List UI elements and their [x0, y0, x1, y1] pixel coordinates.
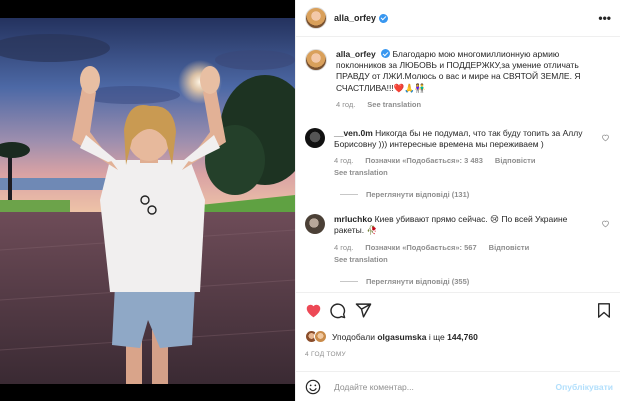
comments-list[interactable]: alla_orfey Благодарю мою многомиллионную…: [296, 38, 620, 290]
view-replies-button[interactable]: Переглянути відповіді (355): [340, 277, 612, 286]
comment-input[interactable]: [334, 382, 534, 392]
heart-icon[interactable]: [305, 302, 322, 319]
header-username[interactable]: alla_orfey: [334, 13, 376, 23]
avatar[interactable]: [305, 7, 327, 29]
post-icons: [305, 302, 612, 320]
likes-count[interactable]: 144,760: [447, 332, 478, 342]
more-icon[interactable]: •••: [598, 11, 611, 25]
reply-button[interactable]: Відповісти: [495, 156, 536, 165]
likers-avatars: [305, 330, 327, 343]
likes-summary[interactable]: Уподобали olgasumska і ще 144,760: [305, 330, 478, 343]
comment-likes-count[interactable]: Позначки «Подобається»: 3 483: [365, 156, 483, 165]
comment-meta: 4 год. Позначки «Подобається»: 567 Відпо…: [334, 243, 592, 252]
post-viewer: alla_orfey ••• alla_orfey Благодарю мою …: [0, 0, 620, 401]
avatar[interactable]: [305, 127, 325, 148]
comment-composer: Опублікувати: [296, 371, 620, 401]
comment-username[interactable]: mrluchko: [334, 214, 372, 224]
comment-translate: See translation: [334, 255, 592, 264]
comment-translate: See translation: [334, 168, 592, 177]
verified-icon: [381, 49, 391, 58]
likes-suffix: і ще: [428, 331, 445, 342]
list-item: mrluchko Киев убивают прямо сейчас. 😢 По…: [305, 214, 612, 286]
comment-icon[interactable]: [329, 302, 346, 319]
avatar[interactable]: [305, 214, 325, 235]
post-sidebar: alla_orfey ••• alla_orfey Благодарю мою …: [295, 0, 620, 401]
share-icon[interactable]: [355, 302, 372, 319]
action-bar: Уподобали olgasumska і ще 144,760 4 ГОД …: [296, 292, 620, 401]
caption-meta: 4 год. See translation: [336, 100, 604, 109]
likes-prefix: Уподобали: [332, 331, 375, 342]
posted-time[interactable]: 4 ГОД ТОМУ: [305, 351, 346, 358]
view-replies-button[interactable]: Переглянути відповіді (131): [340, 190, 612, 199]
caption: alla_orfey Благодарю мою многомиллионную…: [305, 49, 612, 109]
caption-text: alla_orfey Благодарю мою многомиллионную…: [336, 49, 604, 94]
heart-icon[interactable]: [601, 219, 610, 228]
see-translation-link[interactable]: See translation: [334, 255, 388, 264]
see-translation-link[interactable]: See translation: [367, 100, 421, 109]
photo-image: [0, 0, 295, 401]
likes-user[interactable]: olgasumska: [377, 332, 426, 342]
comment-text: __ven.0m Никогда бы не подумал, что так …: [334, 128, 592, 150]
replies-divider: [340, 280, 358, 282]
post-header: alla_orfey •••: [296, 0, 620, 37]
comment-meta: 4 год. Позначки «Подобається»: 3 483 Від…: [334, 156, 592, 165]
caption-username[interactable]: alla_orfey: [336, 49, 376, 59]
comment-time[interactable]: 4 год.: [334, 156, 353, 165]
publish-button[interactable]: Опублікувати: [556, 382, 613, 392]
reply-button[interactable]: Відповісти: [489, 243, 530, 252]
verified-icon: [379, 13, 389, 23]
see-translation-link[interactable]: See translation: [334, 168, 388, 177]
avatar[interactable]: [305, 49, 327, 71]
save-icon[interactable]: [596, 302, 612, 319]
view-replies-label: Переглянути відповіді (131): [366, 190, 470, 200]
replies-divider: [340, 194, 358, 196]
avatar: [314, 330, 327, 343]
emoji-icon[interactable]: [305, 379, 321, 395]
post-photo[interactable]: [0, 0, 295, 401]
caption-time[interactable]: 4 год.: [336, 100, 355, 109]
comment-username[interactable]: __ven.0m: [334, 128, 373, 138]
comment-time[interactable]: 4 год.: [334, 243, 353, 252]
heart-icon[interactable]: [601, 133, 610, 142]
comment: __ven.0m Никогда бы не подумал, что так …: [305, 127, 612, 177]
view-replies-label: Переглянути відповіді (355): [366, 276, 470, 286]
comment-text: mrluchko Киев убивают прямо сейчас. 😢 По…: [334, 214, 592, 236]
comment: mrluchko Киев убивают прямо сейчас. 😢 По…: [305, 214, 612, 264]
list-item: __ven.0m Никогда бы не подумал, что так …: [305, 127, 612, 199]
comment-likes-count[interactable]: Позначки «Подобається»: 567: [365, 243, 476, 252]
